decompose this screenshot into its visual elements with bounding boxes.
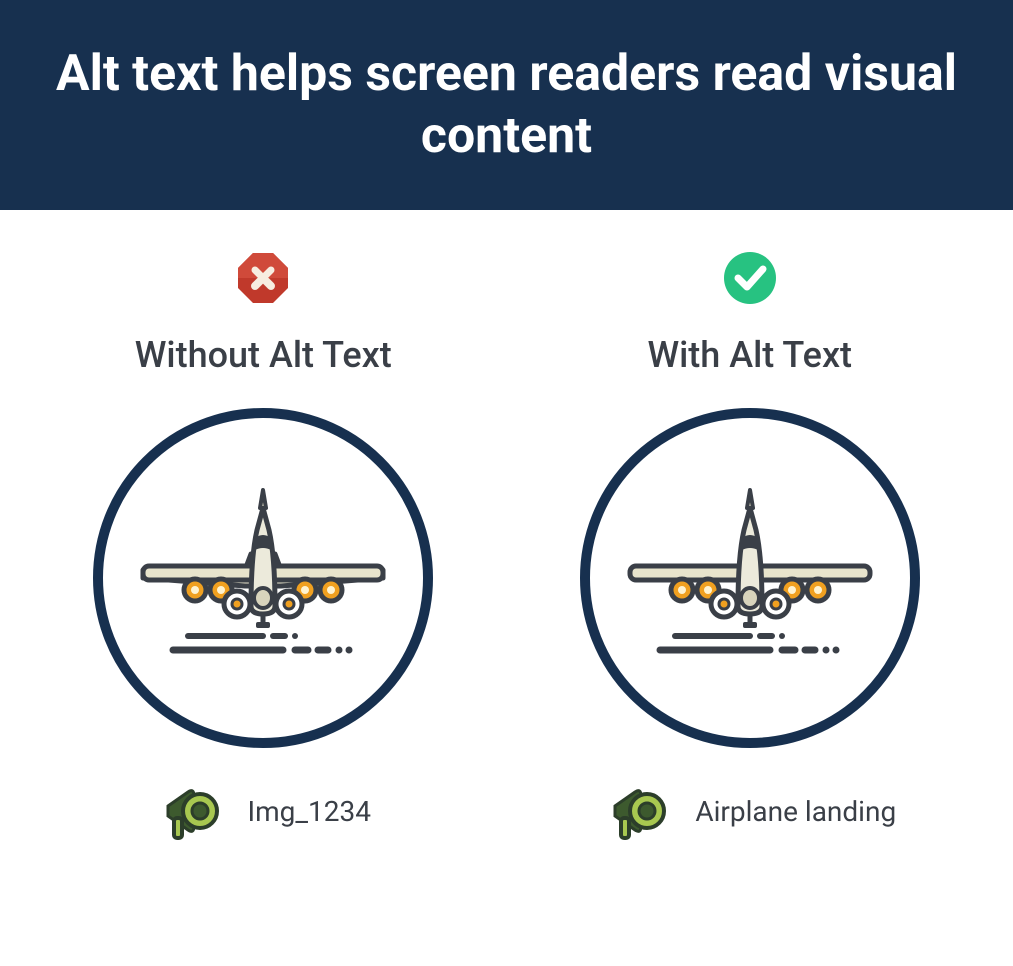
page-title: Alt text helps screen readers read visua… [40, 43, 973, 168]
column-heading-with: With Alt Text [647, 334, 852, 376]
comparison-columns: Without Alt Text [0, 210, 1013, 876]
caption-row-with: Airplane landing [603, 776, 896, 846]
caption-row-without: Img_1234 [156, 776, 371, 846]
success-icon [722, 250, 778, 306]
error-icon [235, 250, 291, 306]
caption-with: Airplane landing [695, 795, 896, 828]
header-banner: Alt text helps screen readers read visua… [0, 0, 1013, 210]
megaphone-icon [603, 776, 673, 846]
column-heading-without: Without Alt Text [135, 334, 392, 376]
image-circle-with [580, 408, 920, 748]
airplane-icon [133, 478, 393, 678]
caption-without: Img_1234 [248, 795, 371, 828]
airplane-icon [620, 478, 880, 678]
column-with-alt: With Alt Text [517, 250, 984, 846]
image-circle-without [93, 408, 433, 748]
megaphone-icon [156, 776, 226, 846]
column-without-alt: Without Alt Text [30, 250, 497, 846]
